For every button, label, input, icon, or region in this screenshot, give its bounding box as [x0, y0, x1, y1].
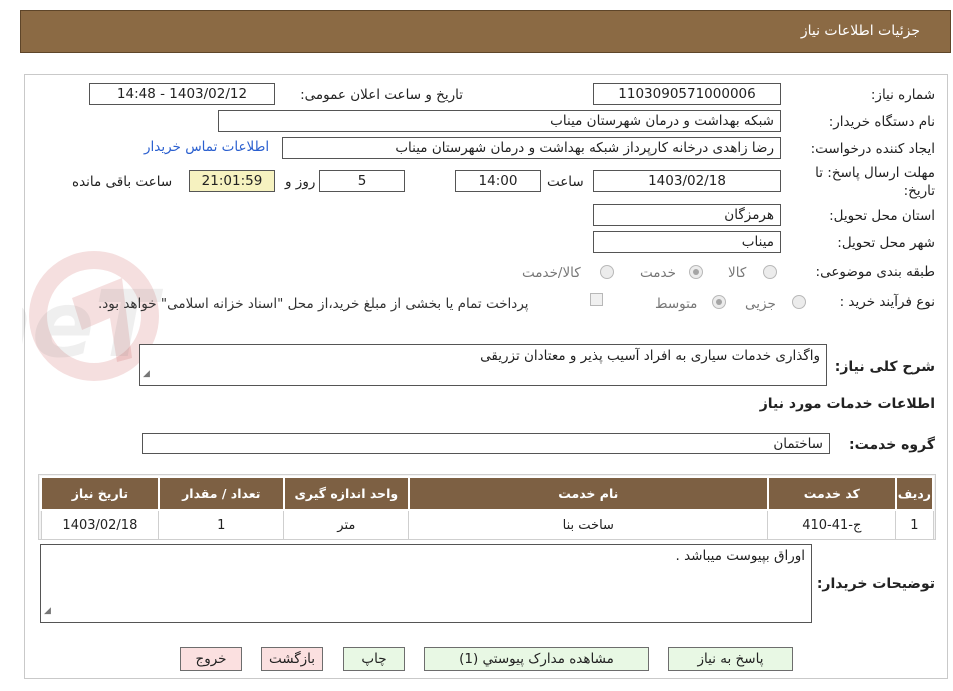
print-button[interactable]: چاپ	[343, 647, 405, 671]
back-button[interactable]: بازگشت	[261, 647, 323, 671]
services-table: ردیف کد خدمت نام خدمت واحد اندازه گیری ت…	[40, 476, 935, 540]
category-radio-service[interactable]	[689, 265, 703, 279]
col-quantity: تعداد / مقدار	[157, 476, 285, 511]
creator-field: رضا زاهدی درخانه کارپرداز شبکه بهداشت و …	[282, 137, 781, 159]
buyer-org-field: شبکه بهداشت و درمان شهرستان میناب	[218, 110, 781, 132]
category-label: طبقه بندی موضوعی:	[815, 264, 935, 280]
col-service-name: نام خدمت	[407, 476, 769, 511]
buyer-notes-text: اوراق بپیوست میباشد .	[675, 548, 805, 564]
page-header: جزئیات اطلاعات نیاز	[20, 10, 951, 53]
need-number-field: 1103090571000006	[593, 83, 781, 105]
deadline-label: مهلت ارسال پاسخ: تا	[815, 165, 935, 181]
cell-unit: متر	[283, 509, 410, 540]
category-radio-goods-service[interactable]	[600, 265, 614, 279]
buyer-org-label: نام دستگاه خریدار:	[828, 114, 935, 130]
need-description-text: واگذاری خدمات سیاری به افراد آسیب پذیر و…	[480, 348, 820, 364]
province-field: هرمزگان	[593, 204, 781, 226]
cell-service-name: ساخت بنا	[408, 509, 769, 540]
deadline-date-field: 1403/02/18	[593, 170, 781, 192]
process-label: نوع فرآیند خرید :	[839, 294, 935, 310]
announce-date-field: 1403/02/12 - 14:48	[89, 83, 275, 105]
buyer-contact-link[interactable]: اطلاعات تماس خریدار	[144, 139, 269, 155]
process-radio-minor[interactable]	[792, 295, 806, 309]
services-table-header: ردیف کد خدمت نام خدمت واحد اندازه گیری ت…	[40, 476, 935, 511]
days-label: روز و	[285, 174, 316, 190]
need-number-label: شماره نیاز:	[870, 87, 935, 103]
need-description-label: شرح کلی نیاز:	[834, 359, 935, 375]
category-option-goods: کالا	[728, 265, 747, 281]
view-attachments-button[interactable]: مشاهده مدارک پیوستي (1)	[424, 647, 649, 671]
creator-label: ایجاد کننده درخواست:	[810, 141, 935, 157]
buyer-notes-label: توضیحات خریدار:	[816, 576, 935, 592]
treasury-payment-note: پرداخت تمام یا بخشی از مبلغ خرید،از محل …	[98, 296, 529, 312]
category-option-goods-service: کالا/خدمت	[522, 265, 581, 281]
resize-grip-icon: ◢	[143, 369, 150, 379]
deadline-time-label: ساعت	[547, 174, 584, 190]
city-field: میناب	[593, 231, 781, 253]
city-label: شهر محل تحویل:	[837, 235, 935, 251]
page-title: جزئیات اطلاعات نیاز	[800, 23, 920, 39]
cell-quantity: 1	[158, 509, 285, 540]
buyer-notes-field: اوراق بپیوست میباشد . ◢	[40, 544, 812, 623]
service-group-label: گروه خدمت:	[849, 437, 935, 453]
col-need-date: تاریخ نیاز	[40, 476, 160, 511]
col-unit: واحد اندازه گیری	[282, 476, 410, 511]
resize-grip-icon: ◢	[44, 606, 51, 616]
col-row-number: ردیف	[894, 476, 935, 511]
category-option-service: خدمت	[640, 265, 676, 281]
category-radio-goods[interactable]	[763, 265, 777, 279]
days-remaining-field: 5	[319, 170, 405, 192]
treasury-payment-checkbox[interactable]	[590, 293, 603, 306]
process-option-medium: متوسط	[655, 296, 698, 312]
need-description-field: واگذاری خدمات سیاری به افراد آسیب پذیر و…	[139, 344, 827, 386]
service-group-field: ساختمان	[142, 433, 830, 454]
exit-button[interactable]: خروج	[180, 647, 242, 671]
cell-row-number: 1	[895, 509, 934, 540]
deadline-label-date: تاریخ:	[903, 183, 935, 199]
table-row: 1 ج-41-410 ساخت بنا متر 1 1403/02/18	[40, 509, 934, 540]
process-radio-medium[interactable]	[712, 295, 726, 309]
remaining-time-label: ساعت باقی مانده	[72, 174, 173, 190]
deadline-time-field: 14:00	[455, 170, 541, 192]
cell-service-code: ج-41-410	[767, 509, 897, 540]
services-section-title: اطلاعات خدمات مورد نیاز	[759, 396, 935, 412]
remaining-time-field: 21:01:59	[189, 170, 275, 192]
cell-need-date: 1403/02/18	[40, 509, 160, 540]
announce-date-label: تاریخ و ساعت اعلان عمومی:	[300, 87, 463, 103]
reply-to-need-button[interactable]: پاسخ به نیاز	[668, 647, 793, 671]
col-service-code: کد خدمت	[766, 476, 897, 511]
province-label: استان محل تحویل:	[829, 208, 935, 224]
process-option-minor: جزیی	[745, 296, 776, 312]
